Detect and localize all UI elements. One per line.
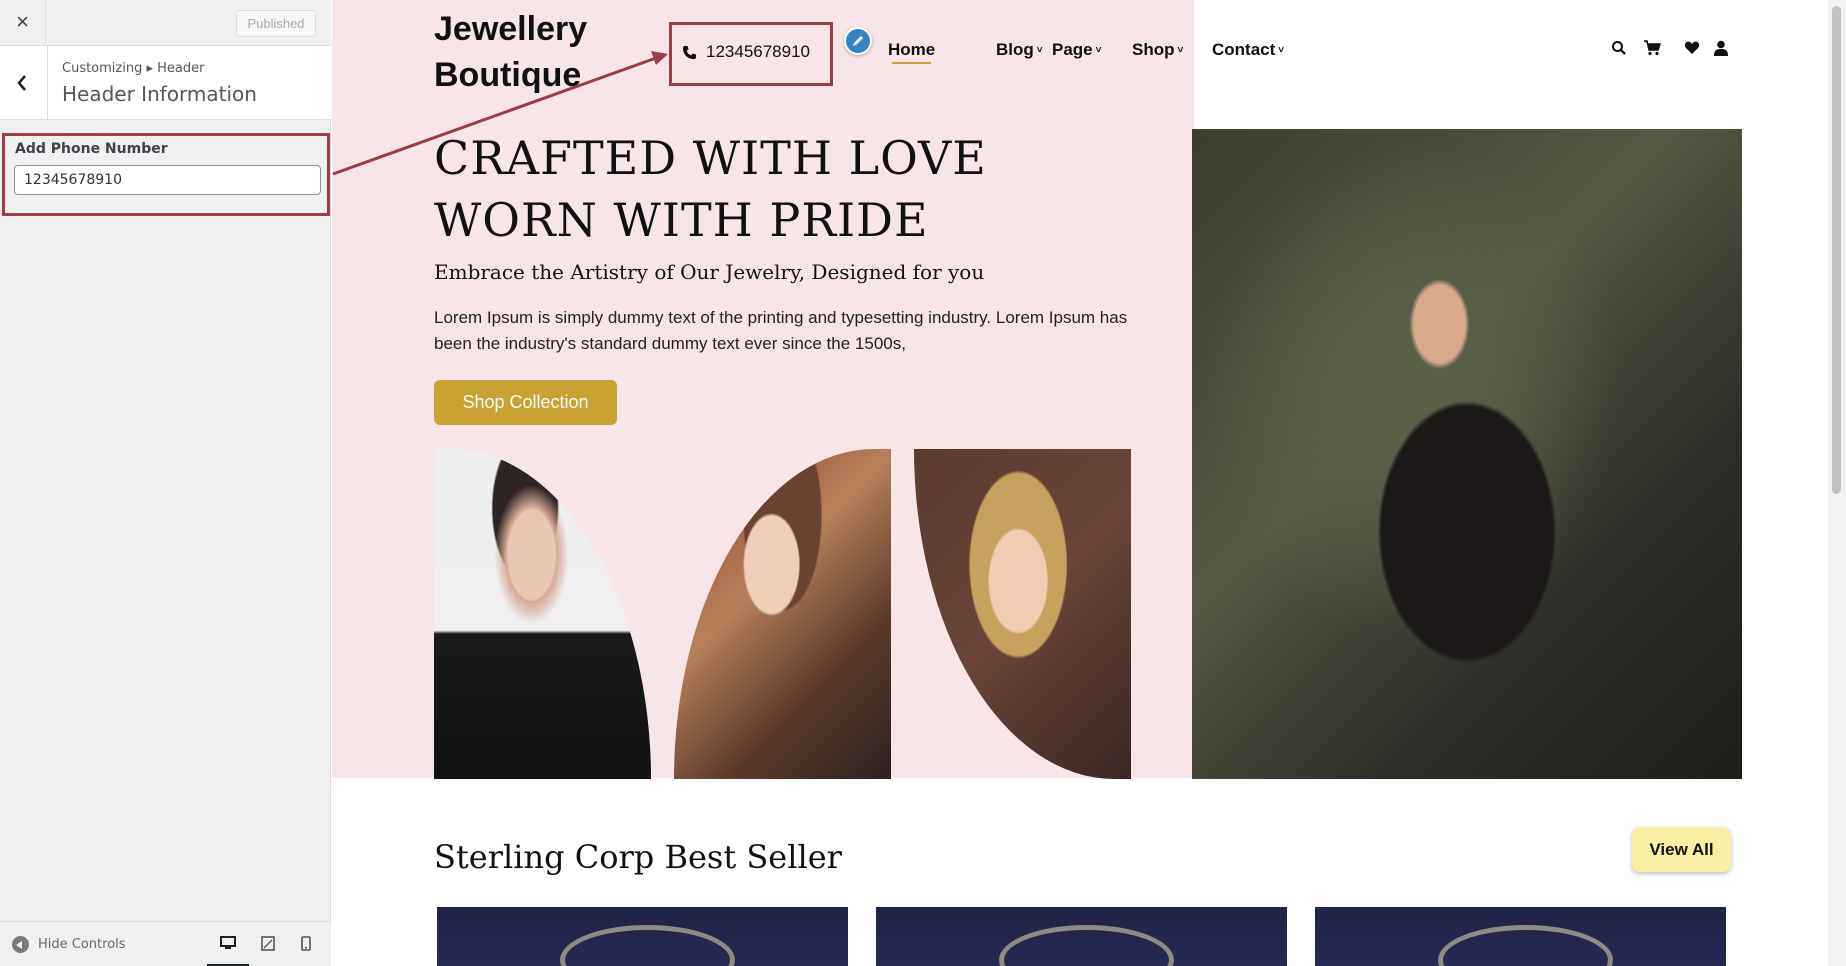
nav-page[interactable]: Page ˅ bbox=[1052, 40, 1101, 60]
hide-controls-label: Hide Controls bbox=[38, 937, 126, 952]
breadcrumb: Customizing ▸ Header bbox=[62, 61, 205, 76]
desktop-icon bbox=[220, 936, 236, 949]
hero-heading-line-1: CRAFTED WITH LOVE bbox=[434, 131, 987, 185]
chevron-down-icon: ˅ bbox=[1177, 44, 1184, 56]
nav-shop-label: Shop bbox=[1132, 40, 1175, 59]
mobile-preview-button[interactable] bbox=[294, 932, 324, 956]
logo-line-1: Jewellery bbox=[434, 10, 588, 48]
nav-contact-label: Contact bbox=[1212, 40, 1276, 59]
customizer-footer: Hide Controls bbox=[0, 921, 331, 966]
back-button[interactable] bbox=[0, 46, 48, 120]
close-customizer-button[interactable]: × bbox=[0, 0, 46, 46]
tablet-preview-button[interactable] bbox=[254, 932, 284, 956]
nav-shop[interactable]: Shop ˅ bbox=[1132, 40, 1183, 60]
section-header: Customizing ▸ Header Header Information bbox=[0, 46, 331, 120]
nav-blog[interactable]: Blog ˅ bbox=[996, 40, 1043, 60]
customizer-sidebar: × Published Customizing ▸ Header Header … bbox=[0, 0, 331, 966]
hide-controls-button[interactable]: Hide Controls bbox=[12, 936, 126, 953]
hero-main-photo bbox=[1192, 129, 1742, 779]
phone-number-control: Add Phone Number bbox=[2, 133, 330, 216]
mobile-icon bbox=[301, 936, 311, 951]
view-all-button[interactable]: View All bbox=[1632, 827, 1731, 872]
nav-blog-label: Blog bbox=[996, 40, 1034, 59]
nav-page-label: Page bbox=[1052, 40, 1093, 59]
chevron-left-icon bbox=[17, 75, 26, 91]
customizer-topbar: × Published bbox=[0, 0, 331, 46]
desktop-preview-button[interactable] bbox=[207, 932, 249, 966]
hero-subheading: Embrace the Artistry of Our Jewelry, Des… bbox=[434, 260, 985, 284]
heart-icon[interactable] bbox=[1684, 40, 1700, 55]
header-phone[interactable]: 12345678910 bbox=[669, 22, 833, 86]
hero-heading-line-2: WORN WITH PRIDE bbox=[434, 193, 929, 247]
best-seller-title: Sterling Corp Best Seller bbox=[434, 838, 842, 876]
hero-description: Lorem Ipsum is simply dummy text of the … bbox=[434, 308, 1128, 353]
phone-number-label: Add Phone Number bbox=[15, 141, 168, 157]
pencil-icon bbox=[853, 36, 863, 46]
tablet-icon bbox=[261, 936, 275, 951]
chevron-down-icon: ˅ bbox=[1036, 44, 1043, 56]
site-logo[interactable]: Jewellery Boutique bbox=[434, 6, 587, 98]
hero-heading: CRAFTED WITH LOVE WORN WITH PRIDE bbox=[434, 127, 987, 251]
phone-number: 12345678910 bbox=[706, 42, 811, 61]
user-icon[interactable] bbox=[1714, 40, 1728, 56]
site-preview: Jewellery Boutique 12345678910 Home Blog… bbox=[332, 0, 1828, 966]
product-card[interactable] bbox=[876, 907, 1287, 966]
page-scrollbar[interactable] bbox=[1828, 0, 1846, 966]
product-card[interactable] bbox=[437, 907, 848, 966]
search-icon[interactable] bbox=[1611, 40, 1627, 56]
nav-home[interactable]: Home bbox=[888, 40, 936, 64]
scrollbar-thumb[interactable] bbox=[1832, 6, 1841, 494]
chevron-down-icon: ˅ bbox=[1278, 44, 1285, 56]
nav-home-label: Home bbox=[888, 40, 936, 64]
section-title: Header Information bbox=[62, 82, 257, 106]
shop-collection-button[interactable]: Shop Collection bbox=[434, 380, 617, 425]
nav-contact[interactable]: Contact ˅ bbox=[1212, 40, 1284, 60]
chevron-down-icon: ˅ bbox=[1095, 44, 1102, 56]
cart-icon[interactable] bbox=[1643, 40, 1661, 56]
edit-shortcut-button[interactable] bbox=[844, 27, 872, 55]
published-button[interactable]: Published bbox=[236, 10, 316, 37]
phone-icon bbox=[682, 45, 697, 59]
logo-line-2: Boutique bbox=[434, 56, 582, 94]
phone-number-input[interactable] bbox=[14, 165, 321, 195]
collapse-icon bbox=[12, 936, 29, 953]
product-card[interactable] bbox=[1315, 907, 1726, 966]
